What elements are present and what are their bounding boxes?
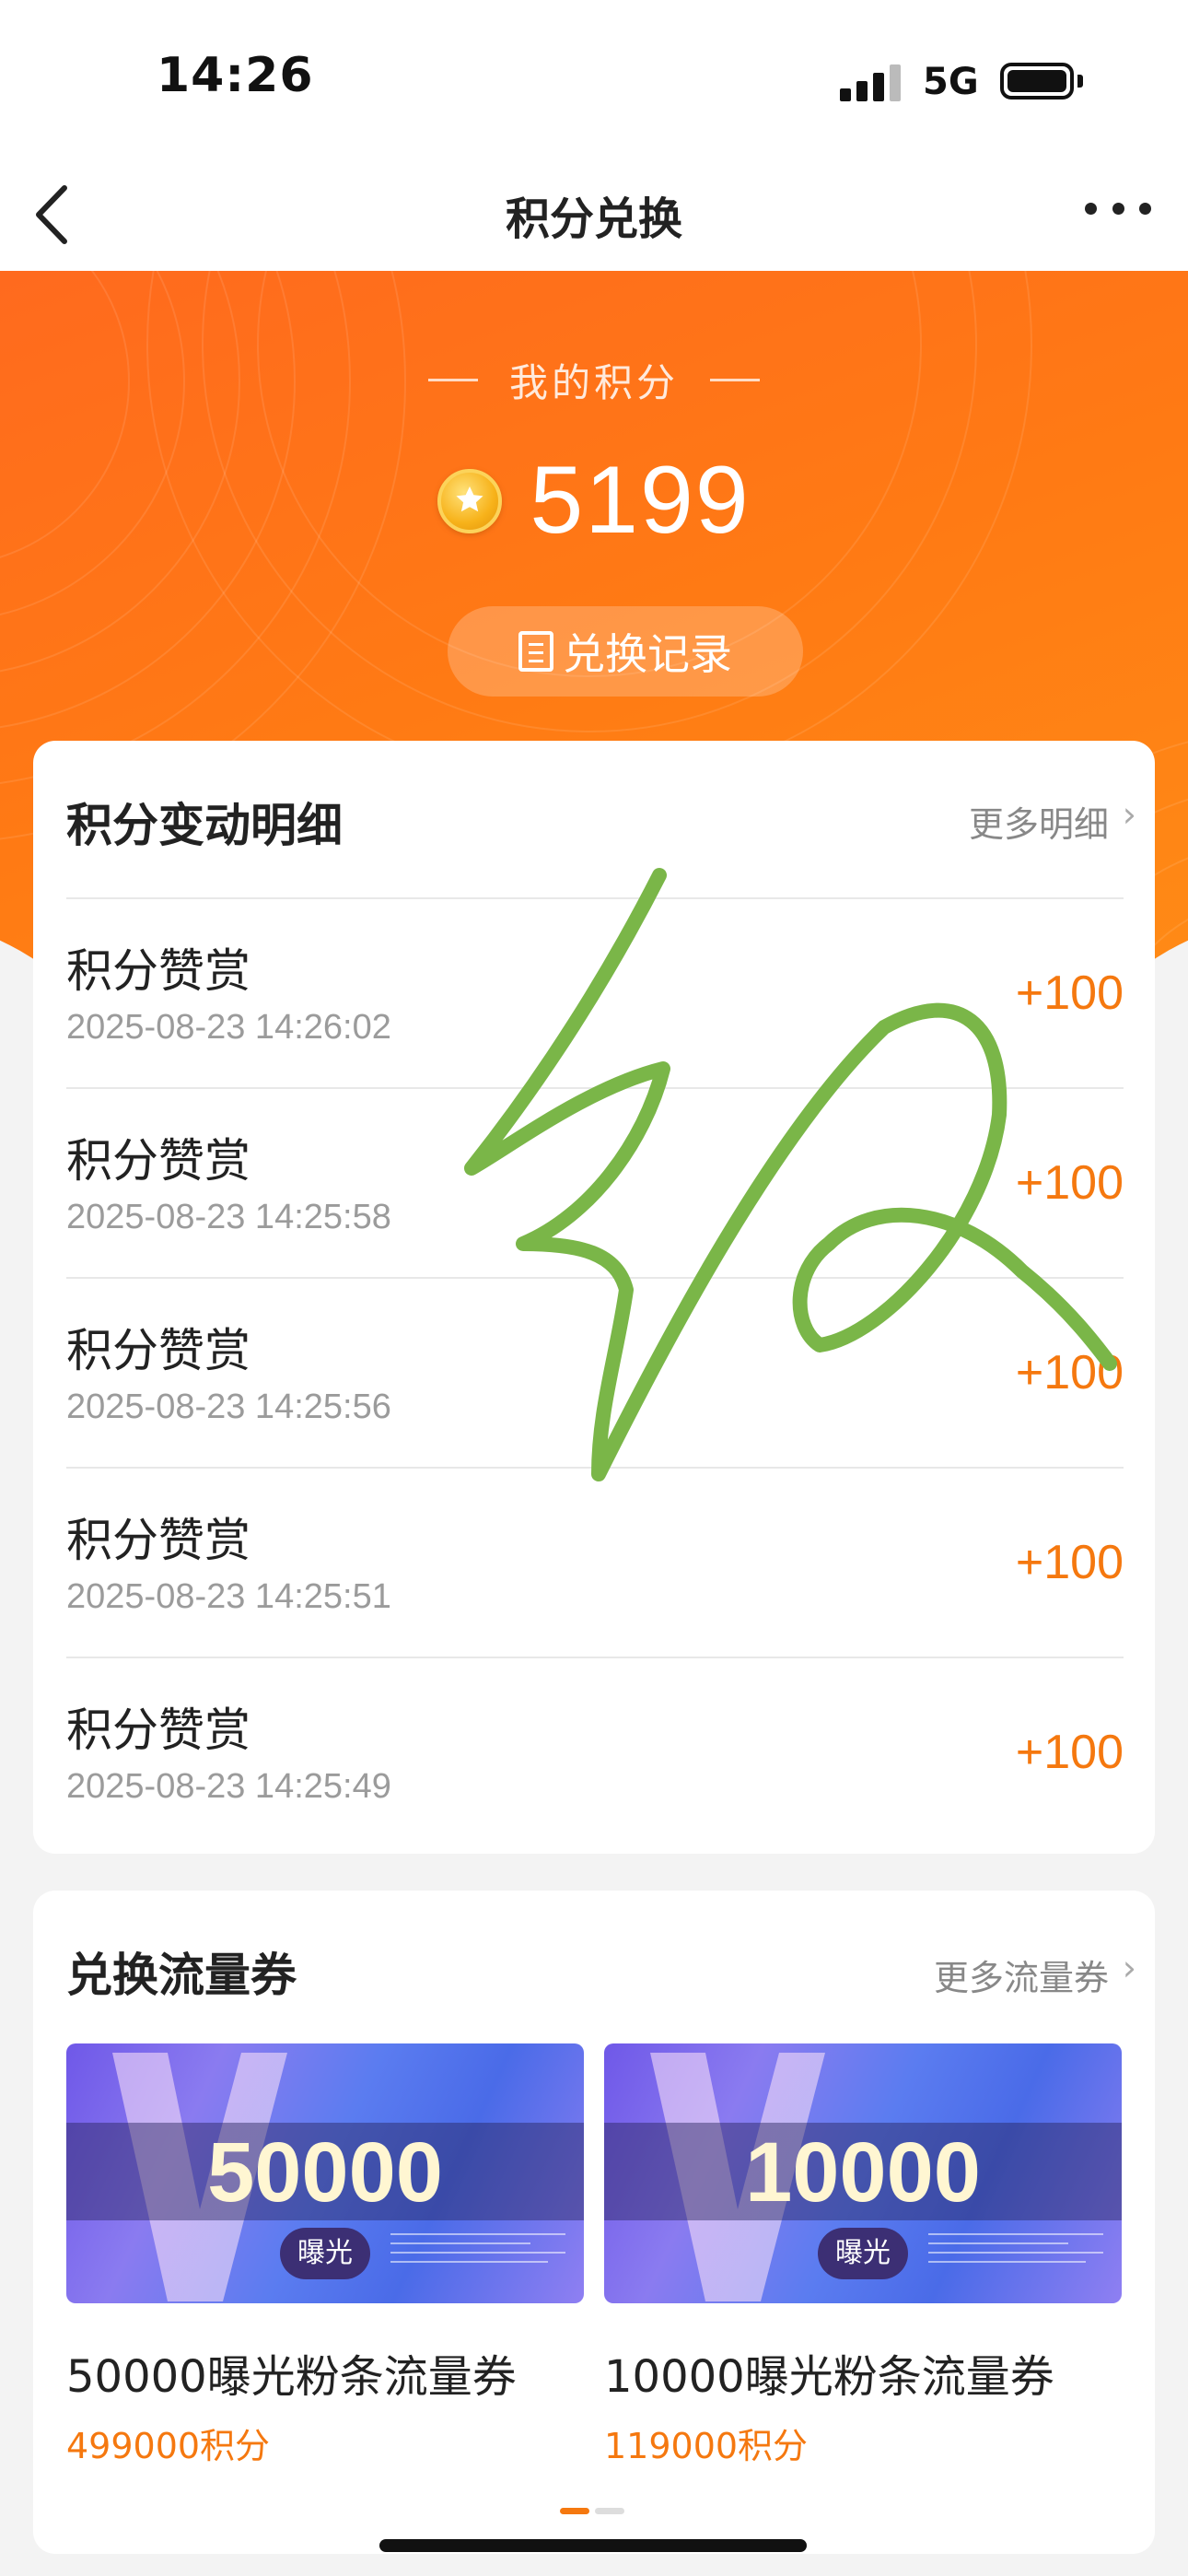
coupon-image: 10000 曝光: [604, 2043, 1122, 2303]
coupon-item[interactable]: 50000 曝光 50000曝光粉条流量券 499000积分: [66, 2043, 584, 2468]
coupon-tag: 曝光: [818, 2228, 908, 2279]
battery-nub: [1077, 75, 1083, 88]
coupon-item[interactable]: 10000 曝光 10000曝光粉条流量券 119000积分: [604, 2043, 1122, 2468]
more-icon[interactable]: [1085, 203, 1151, 225]
record-name: 积分赞赏: [66, 1704, 250, 1757]
more-coupons-link[interactable]: 更多流量券: [934, 1950, 1109, 2000]
coin-star-icon: [437, 468, 503, 533]
records-title: 积分变动明细: [66, 799, 343, 852]
coupon-cost: 499000积分: [66, 2426, 271, 2466]
record-name: 积分赞赏: [66, 944, 250, 998]
coupon-image: 50000 曝光: [66, 2043, 584, 2303]
exchange-record-button[interactable]: 兑换记录: [448, 606, 803, 697]
record-time: 2025-08-23 14:25:49: [66, 1767, 391, 1806]
points-records-card: 积分变动明细 更多明细 › 积分赞赏 2025-08-23 14:26:02 +…: [33, 741, 1155, 1854]
page-title: 积分兑换: [505, 193, 682, 245]
record-time: 2025-08-23 14:25:58: [66, 1198, 391, 1236]
status-bar: 14:26 5G: [0, 0, 1188, 157]
battery-icon: [1000, 63, 1074, 100]
more-records-link[interactable]: 更多明细: [969, 796, 1109, 847]
record-amount: +100: [1015, 966, 1124, 1020]
nav-bar: 积分兑换: [0, 157, 1188, 271]
exchange-record-label: 兑换记录: [563, 629, 732, 679]
signal-icon: [840, 64, 901, 101]
coupon-name: 10000曝光粉条流量券: [604, 2351, 1054, 2403]
coupon-amount: 10000: [745, 2125, 981, 2219]
coupon-fine-print: [928, 2233, 1103, 2270]
record-amount: +100: [1015, 1726, 1124, 1779]
record-row[interactable]: 积分赞赏 2025-08-23 14:25:58 +100: [66, 1087, 1124, 1277]
record-row[interactable]: 积分赞赏 2025-08-23 14:25:49 +100: [66, 1657, 1124, 1846]
traffic-coupons-card: 兑换流量券 更多流量券 › 50000 曝光 50000曝光粉条流量券 4990…: [33, 1891, 1155, 2554]
record-row[interactable]: 积分赞赏 2025-08-23 14:25:51 +100: [66, 1467, 1124, 1657]
page-dot-active: [560, 2508, 589, 2514]
network-label: 5G: [923, 61, 979, 103]
record-name: 积分赞赏: [66, 1514, 250, 1567]
points-label: 我的积分: [508, 360, 679, 405]
record-time: 2025-08-23 14:26:02: [66, 1008, 391, 1047]
status-time: 14:26: [157, 48, 314, 103]
record-name: 积分赞赏: [66, 1134, 250, 1188]
home-indicator: [379, 2539, 807, 2552]
record-row[interactable]: 积分赞赏 2025-08-23 14:26:02 +100: [66, 897, 1124, 1087]
points-row: 5199: [0, 446, 1188, 556]
points-label-row: 我的积分: [0, 352, 1188, 408]
record-amount: +100: [1015, 1156, 1124, 1210]
record-time: 2025-08-23 14:25:56: [66, 1388, 391, 1426]
points-value: 5199: [530, 447, 751, 554]
page-indicator: [560, 2508, 624, 2514]
page-dot: [595, 2508, 624, 2514]
coupon-amount: 50000: [207, 2125, 443, 2219]
record-amount: +100: [1015, 1346, 1124, 1399]
chevron-right-icon: ›: [1122, 794, 1136, 835]
record-amount: +100: [1015, 1536, 1124, 1589]
record-row[interactable]: 积分赞赏 2025-08-23 14:25:56 +100: [66, 1277, 1124, 1467]
coupon-name: 50000曝光粉条流量券: [66, 2351, 517, 2403]
record-time: 2025-08-23 14:25:51: [66, 1577, 391, 1616]
coupon-cost: 119000积分: [604, 2426, 809, 2466]
chevron-right-icon: ›: [1122, 1948, 1136, 1988]
coupon-tag: 曝光: [280, 2228, 370, 2279]
list-icon: [518, 631, 553, 672]
coupon-fine-print: [390, 2233, 565, 2270]
record-name: 积分赞赏: [66, 1324, 250, 1377]
coupons-title: 兑换流量券: [66, 1949, 297, 2002]
